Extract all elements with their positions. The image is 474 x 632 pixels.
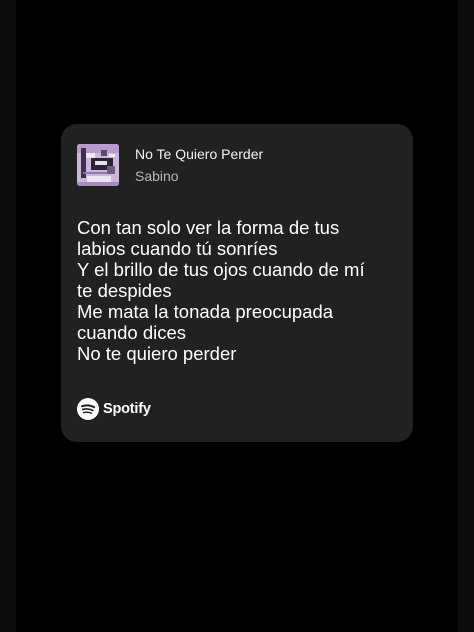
lyric-line: labios cuando tú sonríes — [77, 238, 278, 259]
lyric-line: No te quiero perder — [77, 343, 237, 364]
spotify-logo-icon — [77, 398, 99, 420]
lyric-line: Con tan solo ver la forma de tus — [77, 217, 340, 238]
track-title: No Te Quiero Perder — [135, 146, 264, 162]
lyrics-share-card: No Te Quiero Perder Sabino Con tan solo … — [61, 124, 413, 442]
spotify-wordmark: Spotify — [103, 401, 151, 417]
track-artist: Sabino — [135, 168, 179, 184]
lyric-line: Y el brillo de tus ojos cuando de mí — [77, 259, 365, 280]
lyric-line: cuando dices — [77, 322, 187, 343]
left-edge — [0, 0, 16, 632]
lyric-line: te despides — [77, 280, 172, 301]
spotify-brand: Spotify — [77, 397, 151, 421]
lyric-line: Me mata la tonada preocupada — [77, 301, 334, 322]
lyrics-block: Con tan solo ver la forma de tus labios … — [77, 217, 402, 364]
album-art-image — [77, 144, 119, 186]
right-edge — [458, 0, 474, 632]
album-art — [77, 144, 119, 186]
